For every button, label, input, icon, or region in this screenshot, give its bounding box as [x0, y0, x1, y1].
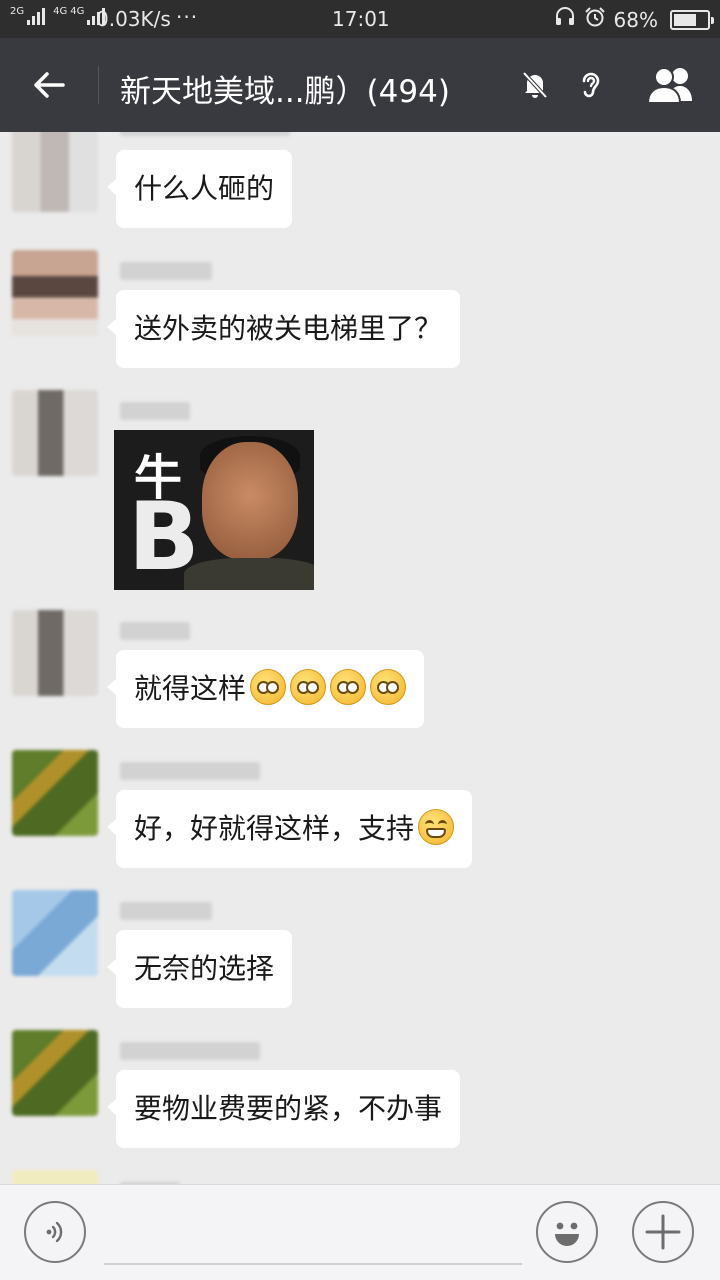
emoji-wink-thumb-icon — [370, 669, 407, 705]
message-text: 就得这样 — [134, 672, 247, 705]
signal-indicators: 2G 4G 4G — [10, 6, 106, 25]
sender-name — [120, 902, 212, 920]
message-bubble[interactable]: 要物业费要的紧，不办事 — [106, 1070, 461, 1148]
chat-header: 新天地美域...鹏）(494) — [0, 38, 720, 132]
message-bubble[interactable]: 送外卖的被关电梯里了？ — [106, 290, 461, 368]
message-list[interactable]: 什么人砸的 送外卖的被关电梯里了？ 牛 B 就得这样 好，好就得这样，支持 无奈… — [0, 132, 720, 1184]
message-text: 无奈的选择 — [134, 952, 275, 985]
network-type-label: 2G — [10, 6, 25, 17]
header-divider — [98, 66, 99, 104]
avatar[interactable] — [12, 1030, 98, 1116]
message-bubble[interactable]: 就得这样 — [106, 650, 425, 728]
sticker-image[interactable]: 牛 B — [114, 430, 314, 590]
sender-name — [120, 132, 290, 136]
message-text: 要物业费要的紧，不办事 — [134, 1092, 443, 1125]
message-text: 送外卖的被关电梯里了？ — [134, 312, 443, 345]
group-members-button[interactable] — [644, 62, 700, 108]
battery-percent: 68% — [613, 7, 658, 32]
avatar[interactable] — [12, 610, 98, 696]
avatar[interactable] — [12, 890, 98, 976]
emoji-wink-thumb-icon — [330, 669, 367, 705]
avatar[interactable] — [12, 132, 98, 212]
message-bubble[interactable]: 什么人砸的 — [106, 150, 293, 228]
avatar[interactable] — [12, 1170, 98, 1184]
battery-icon — [670, 9, 714, 30]
message-bubble[interactable]: 好，好就得这样，支持 — [106, 790, 473, 868]
emoji-icon — [555, 1222, 579, 1246]
sender-name — [120, 622, 190, 640]
avatar[interactable] — [12, 390, 98, 476]
alarm-icon — [584, 6, 606, 33]
emoji-grin-icon — [418, 809, 455, 845]
message-input[interactable] — [104, 1263, 522, 1265]
headset-icon — [554, 6, 576, 33]
earpiece-mode-button[interactable] — [568, 62, 614, 108]
mute-button[interactable] — [512, 62, 558, 108]
plus-icon — [645, 1214, 681, 1250]
message-text: 什么人砸的 — [134, 172, 275, 205]
sender-name — [120, 402, 190, 420]
network-speed: 0.03K/s — [96, 7, 171, 31]
mute-bell-icon — [522, 71, 548, 99]
sticker-collar — [184, 558, 314, 590]
message-bubble[interactable]: 无奈的选择 — [106, 930, 293, 1008]
signal-bars-icon — [27, 7, 46, 25]
voice-icon — [46, 1221, 63, 1243]
avatar[interactable] — [12, 250, 98, 336]
back-button[interactable] — [26, 62, 72, 108]
input-bar — [0, 1184, 720, 1280]
sender-name — [120, 262, 212, 280]
clock: 17:01 — [332, 7, 390, 31]
group-members-icon — [646, 67, 692, 104]
emoji-wink-thumb-icon — [250, 669, 287, 705]
more-notifications-icon: ··· — [176, 5, 199, 29]
sticker-face — [202, 442, 298, 560]
network-type-label: 4G — [70, 6, 85, 17]
sender-name — [120, 762, 260, 780]
ear-icon — [582, 72, 600, 98]
back-arrow-icon — [34, 72, 65, 98]
voice-button[interactable] — [24, 1201, 86, 1263]
avatar[interactable] — [12, 750, 98, 836]
emoji-button[interactable] — [536, 1201, 598, 1263]
sender-name — [120, 1042, 260, 1060]
chat-title: 新天地美域...鹏）(494) — [120, 74, 450, 110]
more-functions-button[interactable] — [632, 1201, 694, 1263]
message-text: 好，好就得这样，支持 — [134, 812, 415, 845]
sticker-caption: B — [128, 483, 200, 590]
status-bar: 2G 4G 4G 0.03K/s ··· 17:01 68% — [0, 0, 720, 38]
emoji-wink-thumb-icon — [290, 669, 327, 705]
network-type-label: 4G — [53, 6, 68, 17]
